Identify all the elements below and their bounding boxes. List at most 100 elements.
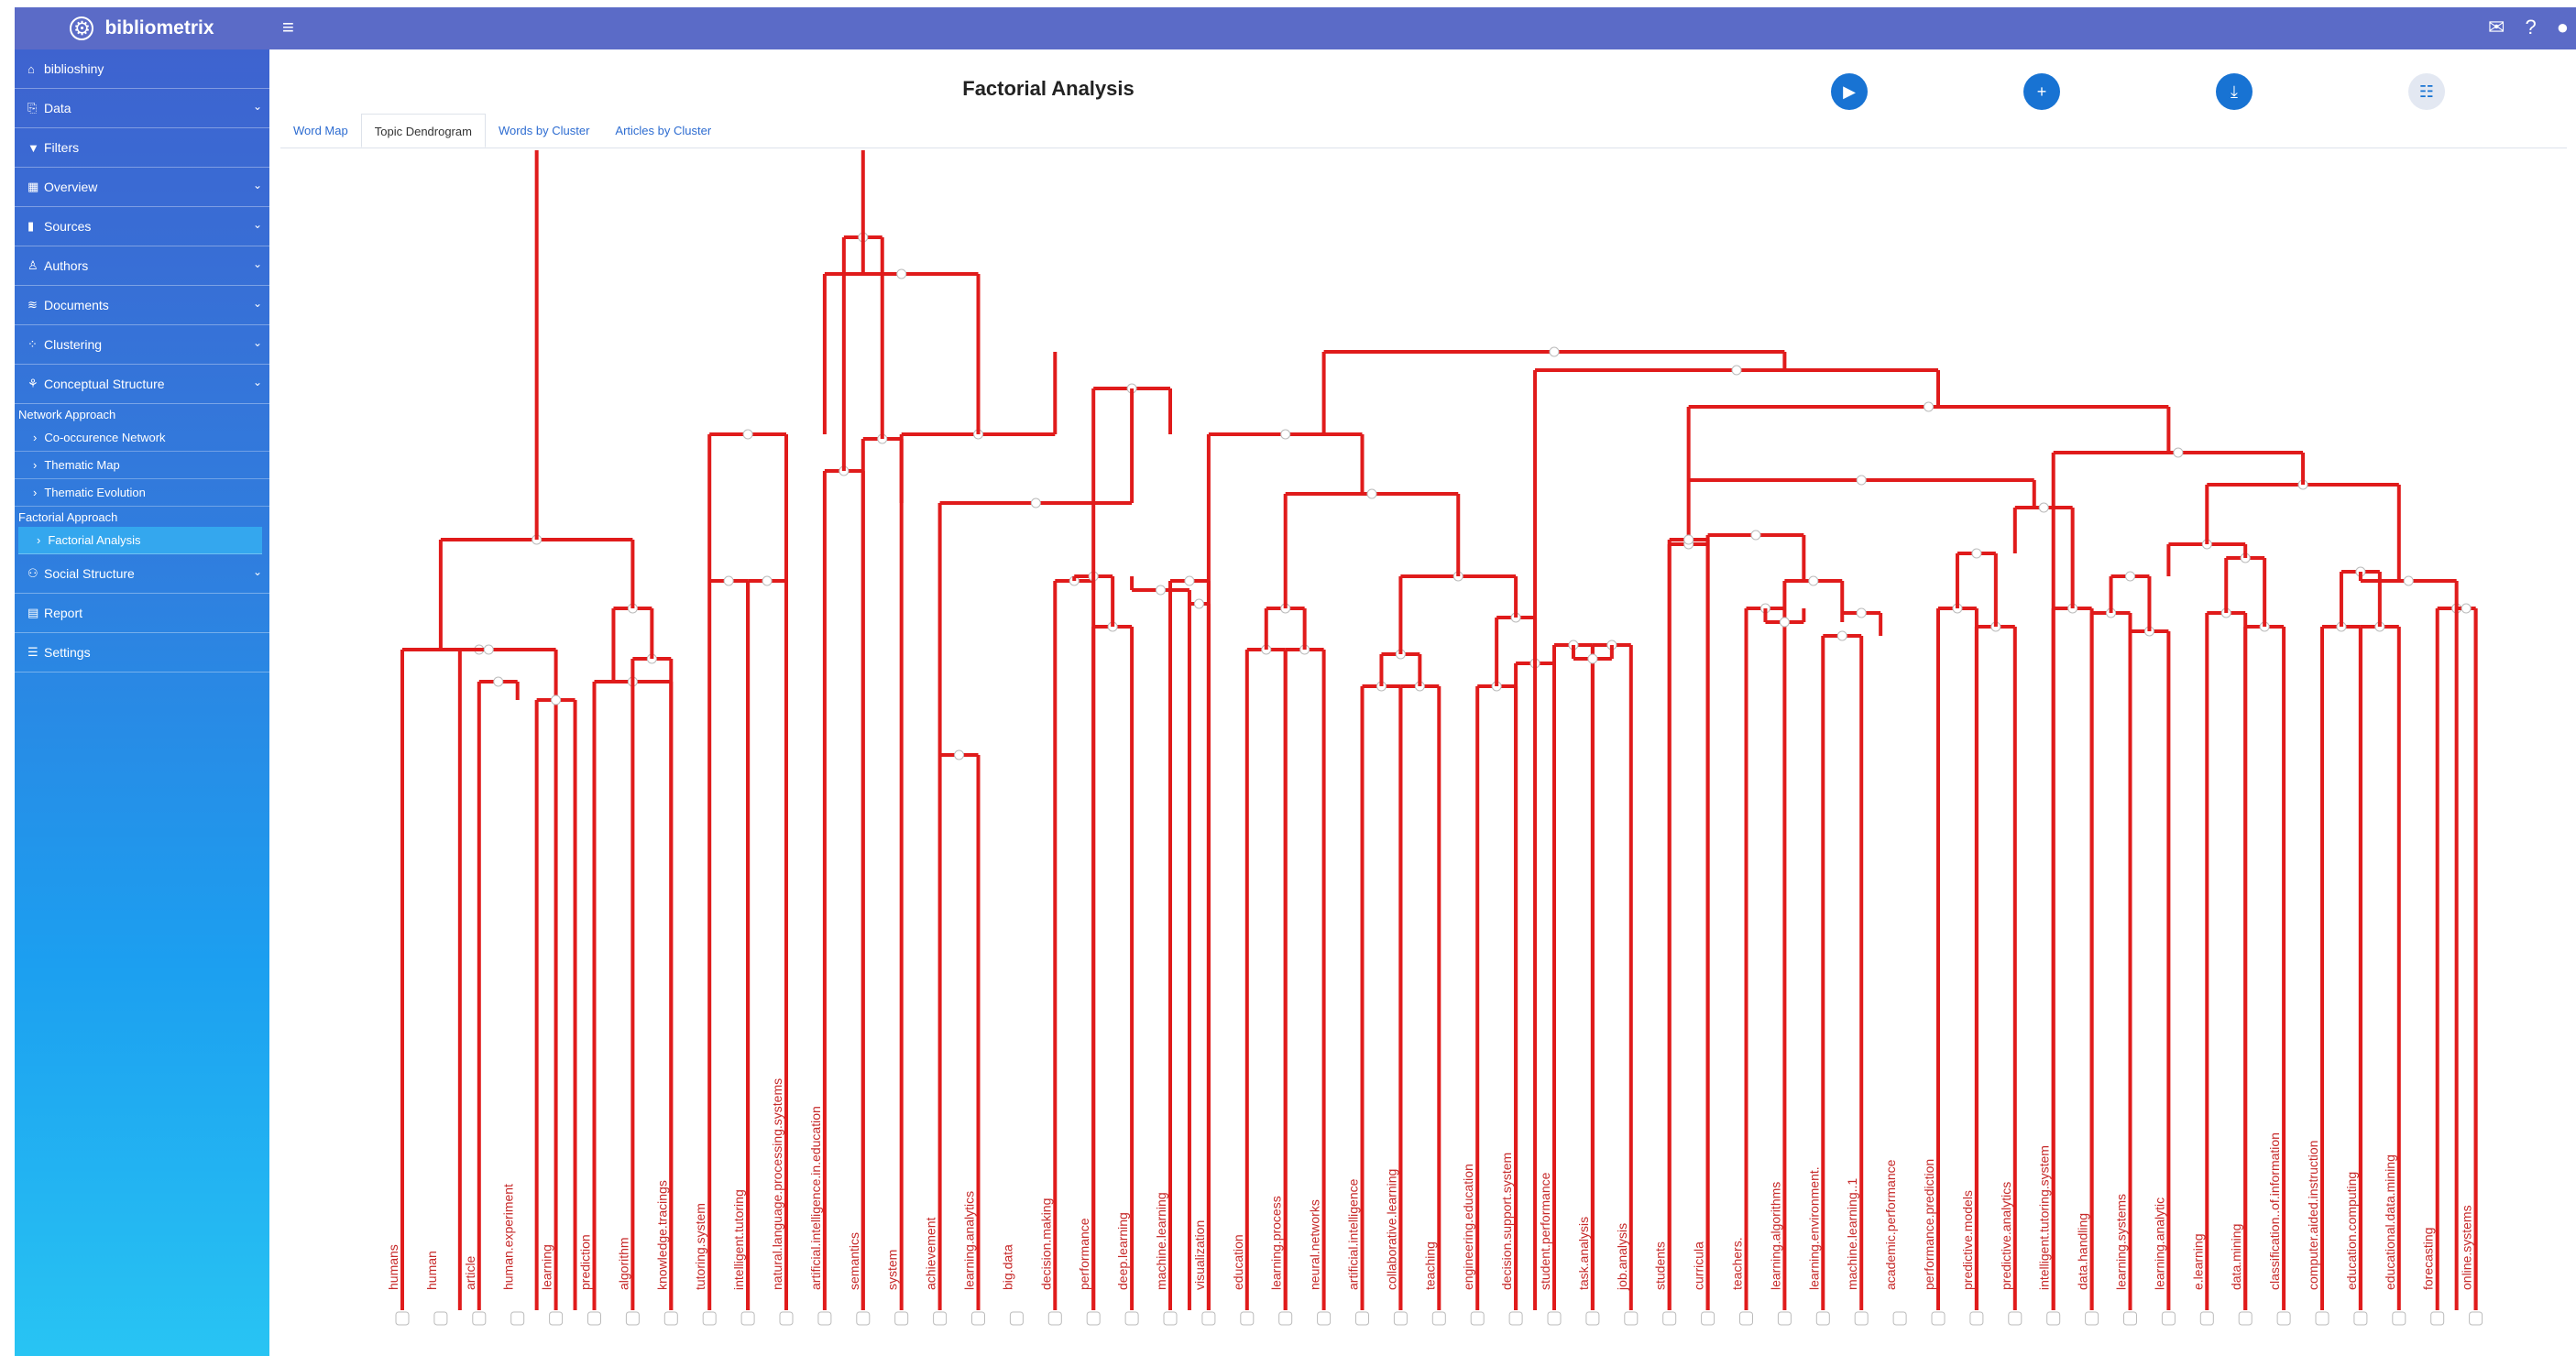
dendrogram-node[interactable]	[1808, 575, 1819, 586]
leaf-node[interactable]	[1240, 1311, 1255, 1326]
help-icon[interactable]: ?	[2525, 16, 2536, 39]
leaf-node[interactable]	[2276, 1311, 2291, 1326]
dendrogram-node[interactable]	[1184, 575, 1195, 586]
leaf-node[interactable]	[1739, 1311, 1753, 1326]
leaf-node[interactable]	[817, 1311, 832, 1326]
dendrogram-node[interactable]	[1587, 653, 1598, 664]
leaf-node[interactable]	[1892, 1311, 1907, 1326]
leaf-node[interactable]	[740, 1311, 755, 1326]
download-button[interactable]: ⤓	[2216, 73, 2253, 110]
sidebar-item-co-occurrence-network[interactable]: › Co-occurence Network	[15, 424, 269, 452]
leaf-node[interactable]	[549, 1311, 564, 1326]
leaf-node[interactable]	[1163, 1311, 1178, 1326]
add-button[interactable]: +	[2023, 73, 2060, 110]
leaf-node[interactable]	[2315, 1311, 2329, 1326]
leaf-node[interactable]	[1393, 1311, 1408, 1326]
leaf-node[interactable]	[2392, 1311, 2406, 1326]
leaf-node[interactable]	[1508, 1311, 1523, 1326]
dendrogram-node[interactable]	[1971, 548, 1982, 559]
brand[interactable]: ⚙ bibliometrix	[15, 7, 269, 49]
leaf-node[interactable]	[1854, 1311, 1869, 1326]
leaf-node[interactable]	[1201, 1311, 1216, 1326]
leaf-node[interactable]	[1701, 1311, 1716, 1326]
sidebar-item-overview[interactable]: ▦ Overview ⌄	[15, 168, 269, 207]
leaf-node[interactable]	[1124, 1311, 1139, 1326]
leaf-node[interactable]	[856, 1311, 871, 1326]
dendrogram-node[interactable]	[1549, 346, 1560, 357]
leaf-node[interactable]	[395, 1311, 410, 1326]
leaf-node[interactable]	[2469, 1311, 2483, 1326]
tab-topic-dendrogram[interactable]: Topic Dendrogram	[360, 114, 486, 148]
tab-words-by-cluster[interactable]: Words by Cluster	[486, 114, 602, 148]
dendrogram-node[interactable]	[896, 268, 907, 279]
leaf-node[interactable]	[625, 1311, 640, 1326]
leaf-node[interactable]	[933, 1311, 948, 1326]
dendrogram-node[interactable]	[2125, 571, 2135, 582]
leaf-node[interactable]	[2199, 1311, 2214, 1326]
sidebar-item-report[interactable]: ▤ Report	[15, 594, 269, 633]
dendrogram-node[interactable]	[1779, 617, 1790, 628]
leaf-node[interactable]	[1047, 1311, 1062, 1326]
dendrogram-node[interactable]	[1366, 488, 1377, 499]
dendrogram-node[interactable]	[954, 749, 965, 760]
leaf-node[interactable]	[433, 1311, 448, 1326]
leaf-node[interactable]	[1624, 1311, 1639, 1326]
leaf-node[interactable]	[894, 1311, 909, 1326]
leaf-node[interactable]	[1931, 1311, 1946, 1326]
leaf-node[interactable]	[702, 1311, 717, 1326]
dendrogram-node[interactable]	[1683, 534, 1694, 545]
leaf-node[interactable]	[779, 1311, 794, 1326]
leaf-node[interactable]	[2430, 1311, 2445, 1326]
dendrogram-node[interactable]	[493, 676, 504, 687]
leaf-node[interactable]	[663, 1311, 678, 1326]
leaf-node[interactable]	[1431, 1311, 1446, 1326]
leaf-node[interactable]	[2161, 1311, 2176, 1326]
dendrogram-node[interactable]	[1030, 498, 1041, 508]
dendrogram-node[interactable]	[742, 429, 753, 440]
tab-articles-by-cluster[interactable]: Articles by Cluster	[602, 114, 724, 148]
dendrogram-node[interactable]	[1924, 401, 1935, 412]
leaf-node[interactable]	[1470, 1311, 1485, 1326]
leaf-node[interactable]	[2238, 1311, 2253, 1326]
leaf-node[interactable]	[1585, 1311, 1600, 1326]
menu-toggle-icon[interactable]: ≡	[282, 16, 294, 38]
dendrogram-node[interactable]	[1856, 475, 1867, 486]
leaf-node[interactable]	[2085, 1311, 2099, 1326]
leaf-node[interactable]	[1969, 1311, 1984, 1326]
sidebar-item-social-structure[interactable]: ⚇ Social Structure ⌄	[15, 554, 269, 594]
dendrogram-node[interactable]	[1731, 365, 1742, 376]
leaf-node[interactable]	[510, 1311, 525, 1326]
dendrogram-node[interactable]	[1750, 530, 1761, 541]
leaf-node[interactable]	[1086, 1311, 1101, 1326]
options-button[interactable]: ☷	[2408, 73, 2445, 110]
leaf-node[interactable]	[971, 1311, 985, 1326]
leaf-node[interactable]	[1317, 1311, 1332, 1326]
dendrogram-node[interactable]	[1193, 598, 1204, 609]
dendrogram-node[interactable]	[1856, 607, 1867, 618]
dendrogram-node[interactable]	[723, 575, 734, 586]
leaf-node[interactable]	[1355, 1311, 1369, 1326]
sidebar-item-filters[interactable]: ▼ Filters	[15, 128, 269, 168]
sidebar-item-factorial-analysis[interactable]: › Factorial Analysis	[18, 527, 262, 554]
dendrogram-node[interactable]	[2461, 603, 2472, 614]
dendrogram-node[interactable]	[1836, 630, 1847, 641]
sidebar-item-conceptual-structure[interactable]: ⚘ Conceptual Structure ⌄	[15, 365, 269, 404]
leaf-node[interactable]	[1815, 1311, 1830, 1326]
leaf-node[interactable]	[472, 1311, 487, 1326]
leaf-node[interactable]	[1547, 1311, 1562, 1326]
dendrogram-node[interactable]	[483, 644, 494, 655]
sidebar-item-clustering[interactable]: ⁘ Clustering ⌄	[15, 325, 269, 365]
sidebar-item-authors[interactable]: ♙ Authors ⌄	[15, 246, 269, 286]
sidebar-item-biblioshiny[interactable]: ⌂ biblioshiny	[15, 49, 269, 89]
leaf-node[interactable]	[1278, 1311, 1293, 1326]
run-button[interactable]: ▶	[1831, 73, 1868, 110]
dendrogram-node[interactable]	[551, 694, 562, 705]
sidebar-item-data[interactable]: ⎘ Data ⌄	[15, 89, 269, 128]
sidebar-item-documents[interactable]: ≋ Documents ⌄	[15, 286, 269, 325]
dendrogram-node[interactable]	[2403, 575, 2414, 586]
dendrogram-node[interactable]	[2173, 447, 2184, 458]
leaf-node[interactable]	[1009, 1311, 1024, 1326]
chat-icon[interactable]: ●	[2557, 16, 2569, 39]
dendrogram-node[interactable]	[2038, 502, 2049, 513]
leaf-node[interactable]	[1777, 1311, 1792, 1326]
